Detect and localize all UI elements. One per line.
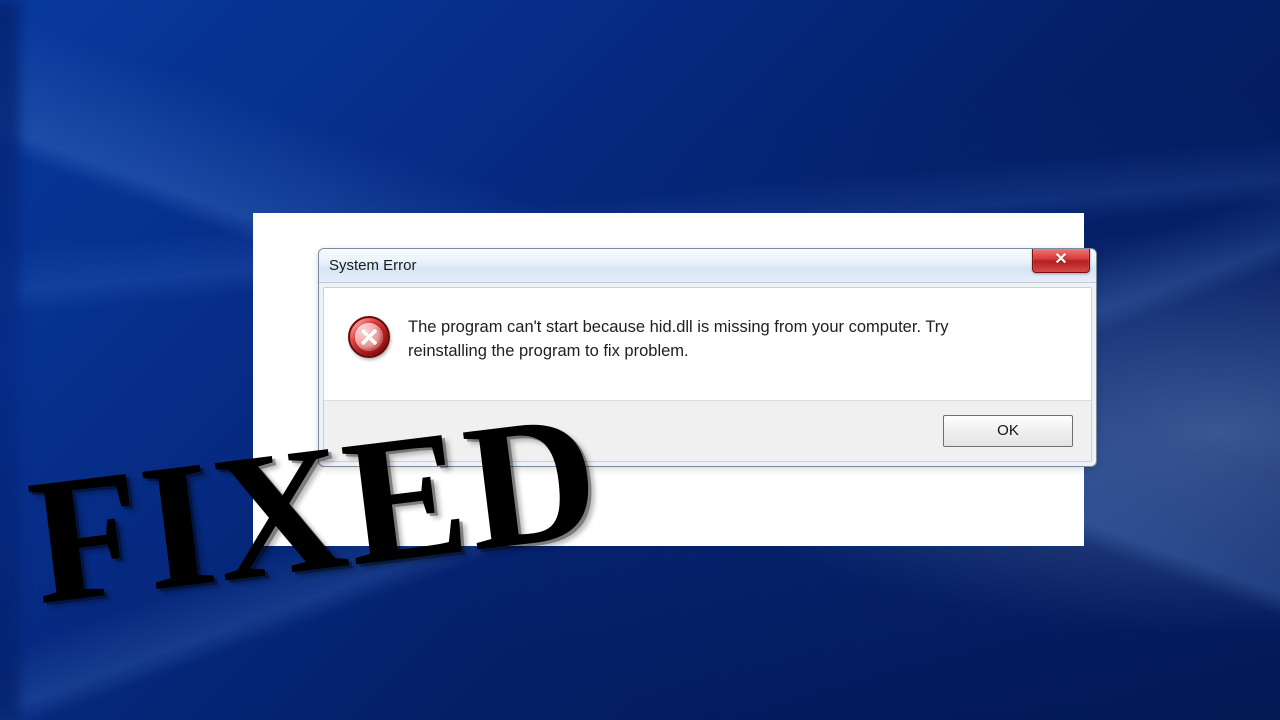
ok-button[interactable]: OK — [943, 415, 1073, 447]
error-icon — [348, 316, 390, 358]
left-edge-glow — [0, 0, 20, 720]
dialog-message: The program can't start because hid.dll … — [408, 316, 1008, 364]
ok-button-label: OK — [997, 422, 1019, 439]
close-button[interactable]: ✕ — [1032, 248, 1090, 273]
dialog-title: System Error — [329, 257, 417, 274]
dialog-body: The program can't start because hid.dll … — [324, 288, 1091, 400]
dialog-titlebar[interactable]: System Error ✕ — [319, 249, 1096, 283]
close-icon: ✕ — [1054, 252, 1067, 268]
